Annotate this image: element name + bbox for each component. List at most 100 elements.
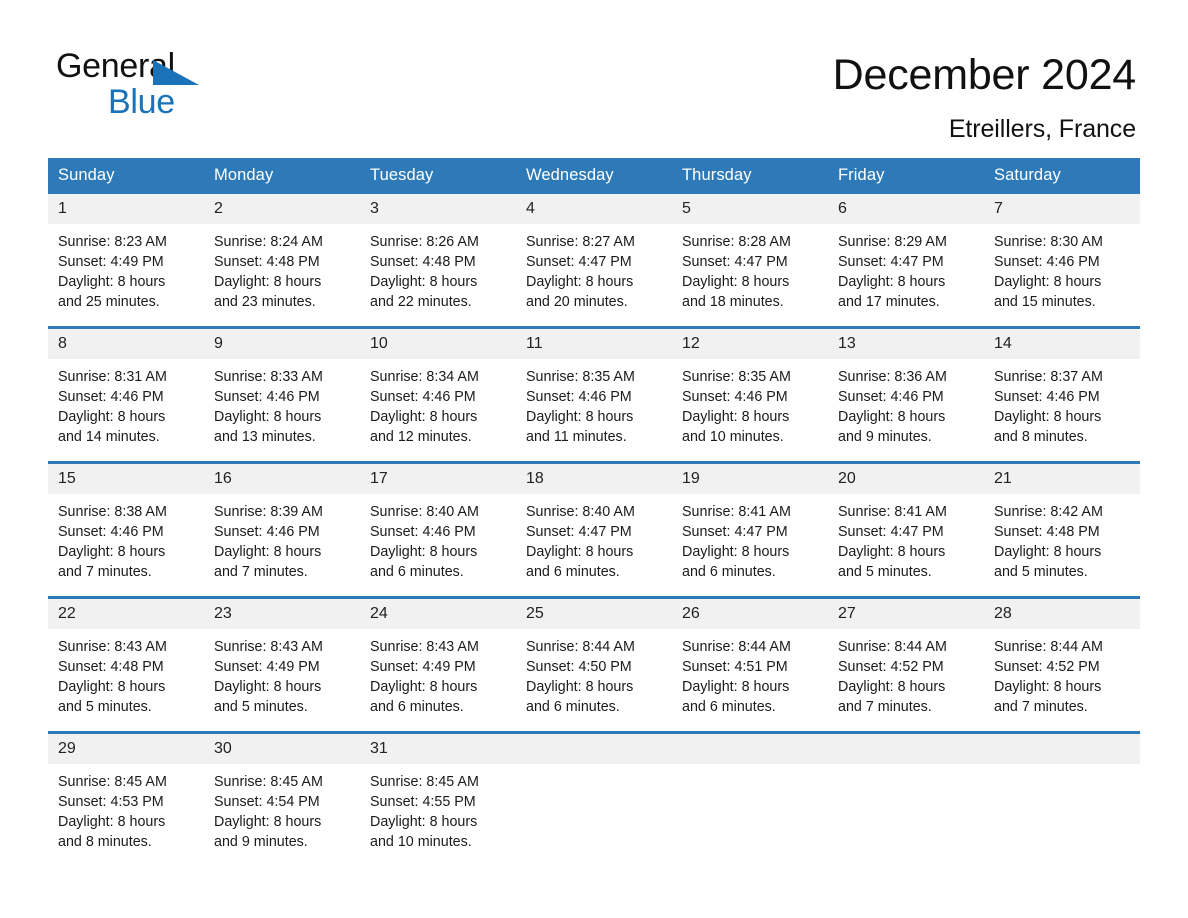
day-details: Sunrise: 8:30 AM Sunset: 4:46 PM Daylight:… [984,224,1140,312]
day-number: 23 [204,599,360,629]
calendar-day-cell[interactable]: 17 Sunrise: 8:40 AM Sunset: 4:46 PM Dayligh… [360,461,516,598]
calendar-day-cell[interactable]: 28 Sunrise: 8:44 AM Sunset: 4:52 PM Dayligh… [984,596,1140,733]
day-cell-inner: 10 Sunrise: 8:34 AM Sunset: 4:46 PM Dayligh… [360,329,516,461]
calendar-week-row: 29 Sunrise: 8:45 AM Sunset: 4:53 PM Dayligh… [48,731,1140,866]
calendar-day-cell[interactable]: 11 Sunrise: 8:35 AM Sunset: 4:46 PM Dayligh… [516,326,672,463]
day-details: Sunrise: 8:37 AM Sunset: 4:46 PM Daylight:… [984,359,1140,447]
day-daylight-line2-text: and 5 minutes. [994,564,1088,580]
calendar-day-cell[interactable]: 7 Sunrise: 8:30 AM Sunset: 4:46 PM Daylight… [984,194,1140,328]
day-sunrise-text: Sunrise: 8:43 AM [214,639,323,655]
generalblue-logo[interactable]: General Blue [56,48,256,126]
calendar-day-cell[interactable]: 20 Sunrise: 8:41 AM Sunset: 4:47 PM Dayligh… [828,461,984,598]
day-cell-inner: 1 Sunrise: 8:23 AM Sunset: 4:49 PM Daylight… [48,194,204,326]
day-daylight-line2-text: and 22 minutes. [370,294,472,310]
day-cell-inner: 30 Sunrise: 8:45 AM Sunset: 4:54 PM Dayligh… [204,734,360,866]
day-daylight-line1-text: Daylight: 8 hours [526,679,634,695]
day-sunrise-text: Sunrise: 8:34 AM [370,369,479,385]
day-daylight-line1-text: Daylight: 8 hours [214,274,322,290]
day-daylight-line1-text: Daylight: 8 hours [838,679,946,695]
logo-text-blue: Blue [108,83,175,121]
day-daylight-line1-text: Daylight: 8 hours [838,274,946,290]
calendar-day-cell[interactable]: 26 Sunrise: 8:44 AM Sunset: 4:51 PM Dayligh… [672,596,828,733]
calendar-day-cell[interactable]: 18 Sunrise: 8:40 AM Sunset: 4:47 PM Dayligh… [516,461,672,598]
day-details: Sunrise: 8:44 AM Sunset: 4:52 PM Daylight:… [828,629,984,717]
calendar-day-cell[interactable]: 23 Sunrise: 8:43 AM Sunset: 4:49 PM Dayligh… [204,596,360,733]
day-daylight-line1-text: Daylight: 8 hours [214,814,322,830]
day-details [672,764,828,772]
day-sunrise-text: Sunrise: 8:35 AM [526,369,635,385]
calendar-day-cell[interactable]: 21 Sunrise: 8:42 AM Sunset: 4:48 PM Dayligh… [984,461,1140,598]
day-details: Sunrise: 8:34 AM Sunset: 4:46 PM Daylight:… [360,359,516,447]
day-daylight-line1-text: Daylight: 8 hours [58,544,166,560]
calendar-day-cell[interactable]: 14 Sunrise: 8:37 AM Sunset: 4:46 PM Dayligh… [984,326,1140,463]
day-cell-inner [516,734,672,866]
day-daylight-line1-text: Daylight: 8 hours [58,409,166,425]
day-details: Sunrise: 8:36 AM Sunset: 4:46 PM Daylight:… [828,359,984,447]
calendar-day-cell[interactable]: 5 Sunrise: 8:28 AM Sunset: 4:47 PM Daylight… [672,194,828,328]
day-cell-inner [828,734,984,866]
day-number: 17 [360,464,516,494]
calendar-day-cell[interactable]: 24 Sunrise: 8:43 AM Sunset: 4:49 PM Dayligh… [360,596,516,733]
day-details: Sunrise: 8:45 AM Sunset: 4:55 PM Daylight:… [360,764,516,852]
day-daylight-line1-text: Daylight: 8 hours [994,544,1102,560]
day-cell-inner: 4 Sunrise: 8:27 AM Sunset: 4:47 PM Daylight… [516,194,672,326]
day-cell-inner: 7 Sunrise: 8:30 AM Sunset: 4:46 PM Daylight… [984,194,1140,326]
weekday-header-monday: Monday [204,158,360,194]
calendar-day-cell[interactable]: 25 Sunrise: 8:44 AM Sunset: 4:50 PM Dayligh… [516,596,672,733]
calendar-day-cell[interactable]: 22 Sunrise: 8:43 AM Sunset: 4:48 PM Dayligh… [48,596,204,733]
day-sunset-text: Sunset: 4:48 PM [994,524,1100,540]
day-daylight-line2-text: and 6 minutes. [682,564,776,580]
calendar-day-cell[interactable]: 9 Sunrise: 8:33 AM Sunset: 4:46 PM Daylight… [204,326,360,463]
day-sunrise-text: Sunrise: 8:41 AM [682,504,791,520]
title-block: December 2024 Etreillers, France [832,48,1137,144]
calendar-day-cell[interactable]: 30 Sunrise: 8:45 AM Sunset: 4:54 PM Dayligh… [204,731,360,866]
day-daylight-line2-text: and 25 minutes. [58,294,160,310]
day-details: Sunrise: 8:38 AM Sunset: 4:46 PM Daylight:… [48,494,204,582]
page-title: December 2024 [832,51,1137,99]
day-details: Sunrise: 8:43 AM Sunset: 4:49 PM Daylight:… [204,629,360,717]
day-details: Sunrise: 8:40 AM Sunset: 4:46 PM Daylight:… [360,494,516,582]
day-sunrise-text: Sunrise: 8:39 AM [214,504,323,520]
day-sunrise-text: Sunrise: 8:31 AM [58,369,167,385]
day-number: 14 [984,329,1140,359]
day-sunrise-text: Sunrise: 8:44 AM [526,639,635,655]
day-daylight-line2-text: and 13 minutes. [214,429,316,445]
calendar-day-cell[interactable]: 1 Sunrise: 8:23 AM Sunset: 4:49 PM Daylight… [48,194,204,328]
day-sunset-text: Sunset: 4:49 PM [58,254,164,270]
calendar-day-cell[interactable]: 8 Sunrise: 8:31 AM Sunset: 4:46 PM Daylight… [48,326,204,463]
calendar-day-cell[interactable]: 29 Sunrise: 8:45 AM Sunset: 4:53 PM Dayligh… [48,731,204,866]
day-sunset-text: Sunset: 4:46 PM [994,254,1100,270]
day-sunset-text: Sunset: 4:46 PM [838,389,944,405]
day-daylight-line2-text: and 6 minutes. [526,564,620,580]
day-daylight-line1-text: Daylight: 8 hours [214,409,322,425]
day-daylight-line2-text: and 20 minutes. [526,294,628,310]
day-daylight-line2-text: and 6 minutes. [526,699,620,715]
day-cell-inner: 26 Sunrise: 8:44 AM Sunset: 4:51 PM Dayligh… [672,599,828,731]
calendar-page: General Blue December 2024 Etreillers, F… [0,0,1188,918]
calendar-day-cell[interactable]: 27 Sunrise: 8:44 AM Sunset: 4:52 PM Dayligh… [828,596,984,733]
day-sunset-text: Sunset: 4:48 PM [58,659,164,675]
day-sunset-text: Sunset: 4:46 PM [58,389,164,405]
day-daylight-line2-text: and 7 minutes. [58,564,152,580]
calendar-day-cell[interactable]: 19 Sunrise: 8:41 AM Sunset: 4:47 PM Dayligh… [672,461,828,598]
day-cell-inner: 23 Sunrise: 8:43 AM Sunset: 4:49 PM Dayligh… [204,599,360,731]
day-sunset-text: Sunset: 4:47 PM [526,254,632,270]
calendar-day-cell[interactable]: 16 Sunrise: 8:39 AM Sunset: 4:46 PM Dayligh… [204,461,360,598]
day-daylight-line1-text: Daylight: 8 hours [214,544,322,560]
calendar-day-cell[interactable]: 2 Sunrise: 8:24 AM Sunset: 4:48 PM Daylight… [204,194,360,328]
day-details: Sunrise: 8:41 AM Sunset: 4:47 PM Daylight:… [828,494,984,582]
calendar-day-cell[interactable]: 10 Sunrise: 8:34 AM Sunset: 4:46 PM Dayligh… [360,326,516,463]
calendar-day-cell[interactable]: 3 Sunrise: 8:26 AM Sunset: 4:48 PM Daylight… [360,194,516,328]
calendar-day-cell[interactable]: 15 Sunrise: 8:38 AM Sunset: 4:46 PM Dayligh… [48,461,204,598]
day-number: 30 [204,734,360,764]
day-cell-inner: 14 Sunrise: 8:37 AM Sunset: 4:46 PM Dayligh… [984,329,1140,461]
triangle-icon [153,60,199,85]
day-daylight-line1-text: Daylight: 8 hours [994,274,1102,290]
calendar-day-cell[interactable]: 4 Sunrise: 8:27 AM Sunset: 4:47 PM Daylight… [516,194,672,328]
calendar-day-cell[interactable]: 6 Sunrise: 8:29 AM Sunset: 4:47 PM Daylight… [828,194,984,328]
calendar-day-cell[interactable]: 13 Sunrise: 8:36 AM Sunset: 4:46 PM Dayligh… [828,326,984,463]
day-daylight-line1-text: Daylight: 8 hours [370,409,478,425]
calendar-day-cell[interactable]: 12 Sunrise: 8:35 AM Sunset: 4:46 PM Dayligh… [672,326,828,463]
calendar-day-cell[interactable]: 31 Sunrise: 8:45 AM Sunset: 4:55 PM Dayligh… [360,731,516,866]
calendar-body: 1 Sunrise: 8:23 AM Sunset: 4:49 PM Daylight… [48,194,1140,866]
